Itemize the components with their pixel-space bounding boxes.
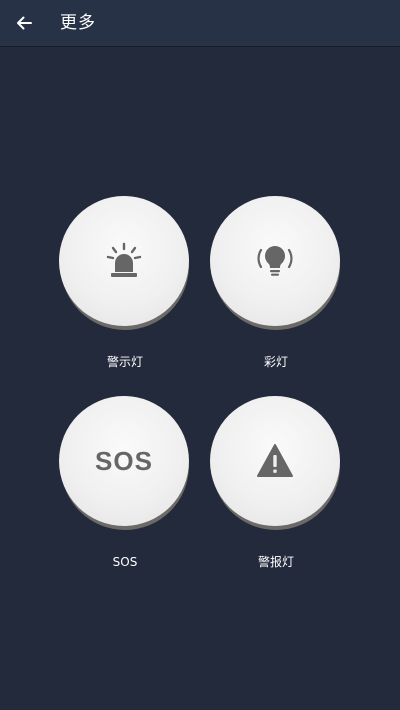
warning-light-tile: 警示灯 [59,196,191,369]
top-bar: 更多 [0,0,400,46]
sos-icon-text: SOS [95,445,153,476]
alarm-light-tile: 警报灯 [210,396,342,569]
page-title: 更多 [60,13,96,33]
color-light-button[interactable] [210,196,340,326]
color-light-label: 彩灯 [263,355,288,369]
color-light-tile: 彩灯 [210,196,342,369]
alarm-light-button[interactable] [210,396,340,526]
warning-light-label: 警示灯 [106,355,143,369]
sos-tile: SOS SOS [59,396,191,569]
app-screen: 更多 警示灯 彩灯 SOS SOS 警报灯 [0,0,400,710]
sos-button[interactable]: SOS [59,396,189,526]
warning-light-button[interactable] [59,196,189,326]
arrow-left-icon [17,16,32,30]
lightbulb-icon [257,246,293,276]
alarm-light-label: 警报灯 [257,555,294,569]
siren-icon [106,242,142,277]
back-button[interactable] [10,9,38,37]
warning-triangle-icon [257,444,293,477]
sos-label: SOS [112,555,138,569]
